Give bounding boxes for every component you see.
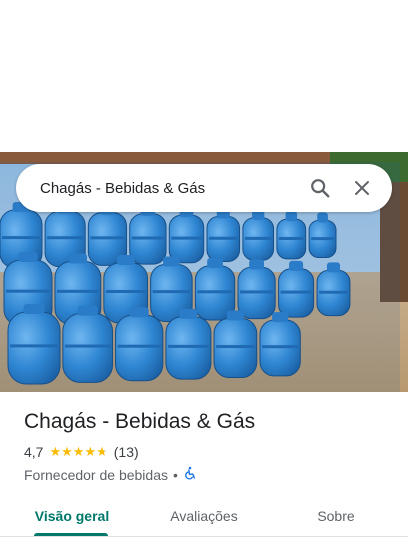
- category-row: Fornecedor de bebidas •: [24, 466, 197, 483]
- rating-value: 4,7: [24, 444, 44, 460]
- rating-stars: ★ ★ ★ ★ ★: [49, 445, 107, 459]
- separator-dot: •: [173, 466, 178, 483]
- place-title: Chagás - Bebidas & Gás: [24, 410, 256, 433]
- place-tabs: Visão geral Avaliações Sobre: [0, 496, 408, 536]
- tab-about[interactable]: Sobre: [290, 496, 382, 536]
- star-icon: ★: [84, 444, 97, 459]
- half-star-icon: ★: [96, 444, 108, 459]
- tab-reviews[interactable]: Avaliações: [156, 496, 252, 536]
- search-icon[interactable]: [304, 172, 336, 204]
- close-icon[interactable]: [346, 172, 378, 204]
- wheelchair-icon: [183, 466, 197, 483]
- tabs-divider: [0, 536, 408, 537]
- search-input[interactable]: Chagás - Bebidas & Gás: [40, 180, 294, 197]
- star-icon: ★: [72, 444, 85, 459]
- star-icon: ★: [49, 444, 62, 459]
- rating-row[interactable]: 4,7 ★ ★ ★ ★ ★ (13): [24, 444, 139, 460]
- tab-overview[interactable]: Visão geral: [24, 496, 120, 536]
- star-icon: ★: [61, 444, 73, 459]
- top-blank-area: [0, 0, 408, 152]
- search-bar[interactable]: Chagás - Bebidas & Gás: [16, 164, 392, 212]
- place-category: Fornecedor de bebidas: [24, 466, 168, 483]
- review-count[interactable]: (13): [114, 444, 139, 460]
